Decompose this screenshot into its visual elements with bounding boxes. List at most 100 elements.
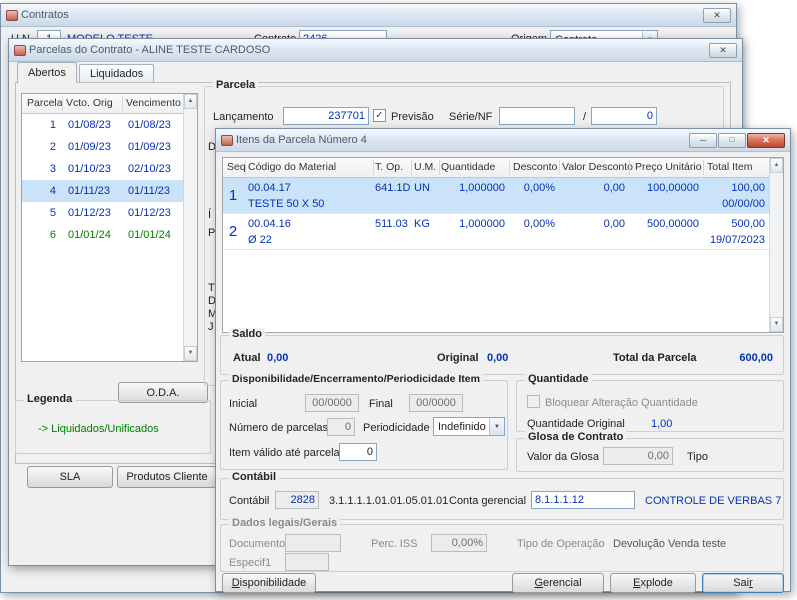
parcela-row[interactable]: 2 01/09/23 01/09/23	[22, 136, 185, 158]
contabil-field: 2828	[275, 491, 319, 509]
header-separator	[245, 160, 246, 175]
cell-descricao: Ø 22	[248, 234, 272, 246]
legenda-title: Legenda	[24, 393, 75, 405]
previsao-label: Previsão	[391, 111, 434, 123]
itens-grid-scrollbar[interactable]: ▲ ▼	[769, 158, 783, 332]
item-row-selected[interactable]: 1 00.04.17 641.1D UN 1,000000 0,00% 0,00…	[223, 178, 771, 214]
perc-iss-field: 0,00%	[431, 534, 487, 552]
chevron-down-icon: ▼	[489, 418, 504, 435]
header-separator	[703, 160, 704, 175]
maximize-icon[interactable]: □	[718, 133, 746, 148]
column-header-quantidade[interactable]: Quantidade	[441, 161, 495, 173]
contratos-titlebar[interactable]: Contratos ✕	[1, 4, 736, 27]
legenda-group: Legenda -> Liquidados/Unificados	[15, 400, 211, 454]
checkmark-icon: ✓	[375, 110, 383, 121]
column-header-vencimento[interactable]: Vencimento	[126, 97, 181, 109]
glosa-group-title: Glosa de Contrato	[525, 431, 626, 443]
final-field: 00/0000	[409, 394, 463, 412]
previsao-checkbox[interactable]: ✓	[373, 109, 386, 122]
form-icon	[6, 10, 18, 21]
parcelas-grid-scrollbar[interactable]: ▲ ▼	[183, 94, 197, 361]
itens-window: Itens da Parcela Número 4 ─ □ ✕ Seq Códi…	[215, 128, 791, 592]
tab-abertos[interactable]: Abertos	[17, 62, 77, 83]
parcela-row[interactable]: 6 01/01/24 01/01/24	[22, 224, 185, 246]
parcela-row[interactable]: 1 01/08/23 01/08/23	[22, 114, 185, 136]
serie-nf-label: Série/NF	[449, 111, 492, 123]
clipped-label-fragment: T	[208, 282, 215, 294]
cell-quantidade: 1,000000	[437, 182, 505, 194]
lancamento-field[interactable]: 237701	[283, 107, 369, 125]
valor-glosa-field: 0,00	[603, 447, 673, 465]
scroll-up-icon[interactable]: ▲	[184, 94, 197, 109]
cell-descricao: TESTE 50 X 50	[248, 198, 324, 210]
periodicidade-value: Indefinido	[438, 421, 486, 433]
form-icon	[221, 135, 233, 146]
close-icon[interactable]: ✕	[703, 8, 731, 23]
contabil-label: Contábil	[229, 495, 269, 507]
column-header-desconto[interactable]: Desconto	[513, 161, 557, 173]
conta-gerencial-field[interactable]: 8.1.1.1.12	[531, 491, 635, 509]
cell-vcto: 01/10/23	[68, 158, 111, 180]
tipo-operacao-label: Tipo de Operação	[517, 538, 605, 550]
total-parcela-value: 600,00	[721, 352, 773, 364]
contabil-group-title: Contábil	[229, 471, 279, 483]
column-header-um[interactable]: U.M.	[414, 161, 436, 173]
cell-top: 641.1D	[375, 182, 410, 194]
scroll-down-icon[interactable]: ▼	[184, 346, 197, 361]
serie-nf-separator: /	[583, 111, 586, 123]
sair-button[interactable]: Sair	[702, 573, 784, 593]
scroll-down-icon[interactable]: ▼	[770, 317, 783, 332]
cell-data: 19/07/2023	[643, 234, 765, 246]
bloquear-checkbox	[527, 395, 540, 408]
cell-parcela: 4	[24, 180, 56, 202]
cell-top: 511.03	[375, 218, 408, 230]
especif1-field	[285, 553, 329, 571]
column-header-top[interactable]: T. Op.	[375, 161, 403, 173]
column-header-seq[interactable]: Seq	[227, 161, 246, 173]
sla-button[interactable]: SLA	[27, 466, 113, 488]
column-header-codigo[interactable]: Código do Material	[248, 161, 336, 173]
itens-titlebar[interactable]: Itens da Parcela Número 4 ─ □ ✕	[216, 129, 790, 152]
nf-field[interactable]: 0	[591, 107, 657, 125]
parcela-row[interactable]: 5 01/12/23 01/12/23	[22, 202, 185, 224]
atual-label: Atual	[233, 352, 261, 364]
minimize-icon[interactable]: ─	[689, 133, 717, 148]
column-header-preco-unitario[interactable]: Preço Unitário	[635, 161, 702, 173]
legenda-text: -> Liquidados/Unificados	[38, 423, 159, 435]
tab-liquidados[interactable]: Liquidados	[79, 64, 154, 83]
cell-venc: 01/01/24	[128, 224, 171, 246]
column-header-total-item[interactable]: Total Item	[707, 161, 753, 173]
header-separator	[373, 160, 374, 175]
itens-grid-header: Seq Código do Material T. Op. U.M. Quant…	[223, 158, 783, 178]
close-icon[interactable]: ✕	[709, 43, 737, 58]
cell-parcela: 6	[24, 224, 56, 246]
disponibilidade-button[interactable]: Disponibilidade	[222, 573, 316, 593]
scroll-up-icon[interactable]: ▲	[770, 158, 783, 173]
parcelas-titlebar[interactable]: Parcelas do Contrato - ALINE TESTE CARDO…	[9, 39, 742, 62]
serie-field[interactable]	[499, 107, 575, 125]
gerencial-button[interactable]: Gerencial	[512, 573, 604, 593]
parcela-row[interactable]: 3 01/10/23 02/10/23	[22, 158, 185, 180]
cell-parcela: 2	[24, 136, 56, 158]
item-valido-field[interactable]: 0	[339, 443, 377, 461]
cell-total-item: 500,00	[703, 218, 765, 230]
produtos-cliente-button[interactable]: Produtos Cliente	[117, 466, 217, 488]
cell-parcela: 3	[24, 158, 56, 180]
periodicidade-label: Periodicidade	[363, 422, 430, 434]
cell-venc: 01/11/23	[128, 180, 170, 202]
column-header-valor-desconto[interactable]: Valor Desconto	[562, 161, 633, 173]
column-header-vcto-orig[interactable]: Vcto. Orig	[66, 97, 113, 109]
column-header-parcela[interactable]: Parcela	[27, 97, 63, 109]
close-icon[interactable]: ✕	[747, 133, 785, 148]
header-separator	[559, 160, 560, 175]
cell-venc: 01/09/23	[128, 136, 171, 158]
explode-button[interactable]: Explode	[610, 573, 696, 593]
cell-valor-desconto: 0,00	[561, 218, 625, 230]
parcela-row-selected[interactable]: 4 01/11/23 01/11/23	[22, 180, 185, 202]
saldo-group: Saldo Atual 0,00 Original 0,00 Total da …	[220, 335, 784, 375]
dados-legais-group: Dados legais/Gerais Documento Perc. ISS …	[220, 524, 784, 572]
disponibilidade-group-title: Disponibilidade/Encerramento/Periodicida…	[229, 373, 483, 385]
item-row[interactable]: 2 00.04.16 511.03 KG 1,000000 0,00% 0,00…	[223, 214, 771, 250]
tipo-operacao-value: Devolução Venda teste	[613, 538, 726, 550]
periodicidade-combobox[interactable]: Indefinido ▼	[433, 417, 505, 436]
